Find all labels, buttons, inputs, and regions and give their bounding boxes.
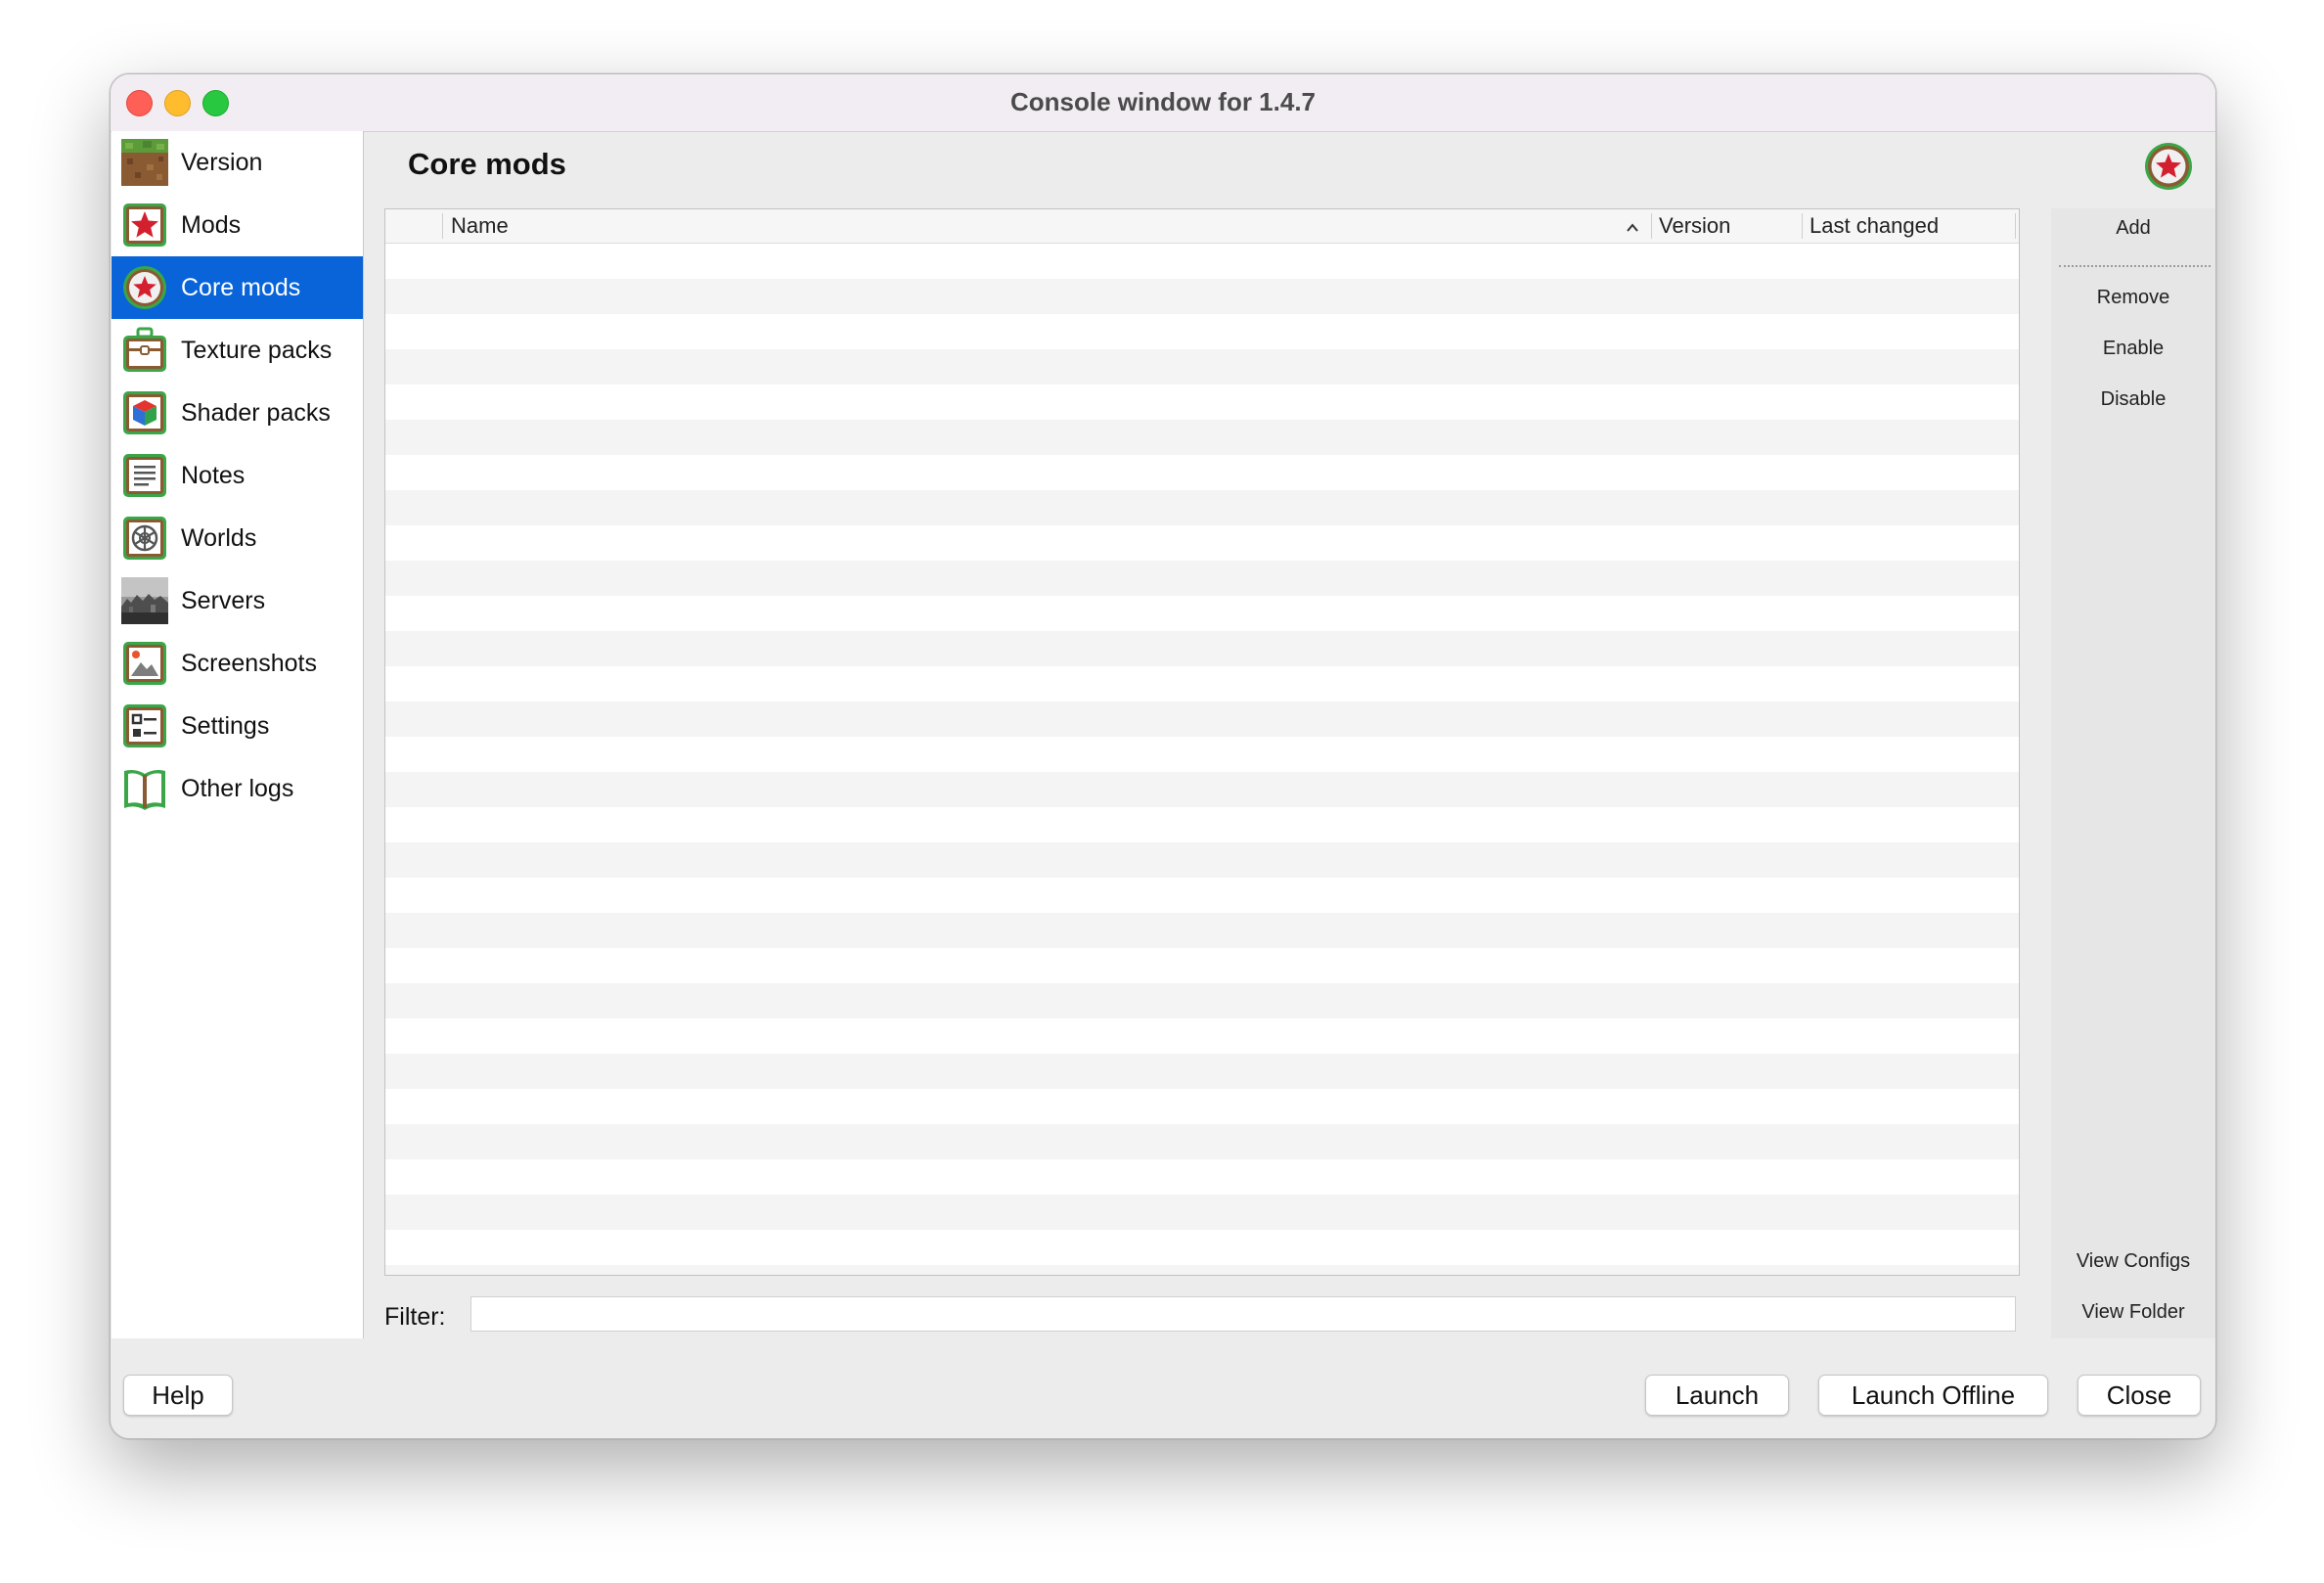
filter-label: Filter: [384,1303,446,1331]
sidebar-item-label: Notes [181,461,246,489]
sidebar-item-label: Settings [181,711,270,740]
sidebar-item-servers[interactable]: Servers [112,569,363,632]
briefcase-icon [121,327,168,374]
sidebar-item-core-mods[interactable]: Core mods [112,256,363,319]
sidebar-item-shader-packs[interactable]: Shader packs [112,382,363,444]
star-badge-icon [2143,141,2194,192]
book-icon [121,765,168,812]
window-title: Console window for 1.4.7 [1009,87,1317,116]
sidebar-item-label: Mods [181,210,242,239]
close-button[interactable]: Close [2078,1375,2201,1416]
table-header: Name Version Last changed [385,209,2019,244]
grass-block-icon [121,139,168,186]
server-image-icon [121,577,168,624]
column-header-last-changed[interactable]: Last changed [1810,209,1939,243]
sidebar-item-label: Other logs [181,774,294,802]
star-badge-icon [121,264,168,311]
launch-offline-button[interactable]: Launch Offline [1818,1375,2048,1416]
image-icon [121,640,168,687]
remove-button[interactable]: Remove [2051,287,2215,309]
column-header-version[interactable]: Version [1659,209,1730,243]
sidebar-item-screenshots[interactable]: Screenshots [112,632,363,695]
launch-button[interactable]: Launch [1645,1375,1789,1416]
sidebar-item-label: Core mods [181,273,301,301]
table-body[interactable] [385,244,2019,1275]
sidebar-item-notes[interactable]: Notes [112,444,363,507]
sidebar-item-version[interactable]: Version [112,131,363,194]
help-button[interactable]: Help [123,1375,233,1416]
enable-button[interactable]: Enable [2051,338,2215,360]
settings-list-icon [121,702,168,749]
sidebar-item-label: Servers [181,586,266,614]
column-header-name[interactable]: Name [451,209,509,243]
notes-icon [121,452,168,499]
sidebar-item-label: Screenshots [181,649,317,677]
disable-button[interactable]: Disable [2051,388,2215,411]
sidebar-item-label: Worlds [181,523,257,552]
sidebar-item-worlds[interactable]: Worlds [112,507,363,569]
page-title: Core mods [408,147,566,181]
view-folder-button[interactable]: View Folder [2051,1301,2215,1324]
console-window: Console window for 1.4.7 Version Mods Co… [110,73,2216,1439]
title-bar: Console window for 1.4.7 [111,74,2215,132]
action-separator [2059,265,2211,267]
star-icon [121,202,168,249]
sidebar-item-settings[interactable]: Settings [112,695,363,757]
add-button[interactable]: Add [2051,217,2215,240]
sidebar-item-texture-packs[interactable]: Texture packs [112,319,363,382]
cube-icon [121,389,168,436]
sidebar-item-label: Texture packs [181,336,333,364]
sidebar-item-label: Version [181,148,263,176]
sidebar-item-label: Shader packs [181,398,331,427]
globe-icon [121,515,168,562]
sort-ascending-icon [1624,217,1641,235]
sidebar-item-other-logs[interactable]: Other logs [112,757,363,820]
core-mods-table[interactable]: Name Version Last changed [384,208,2020,1276]
filter-input[interactable] [470,1296,2016,1332]
view-configs-button[interactable]: View Configs [2051,1250,2215,1273]
sidebar: Version Mods Core mods Texture packs Sha… [112,131,364,1338]
action-panel: Add Remove Enable Disable View Configs V… [2051,208,2215,1338]
sidebar-item-mods[interactable]: Mods [112,194,363,256]
